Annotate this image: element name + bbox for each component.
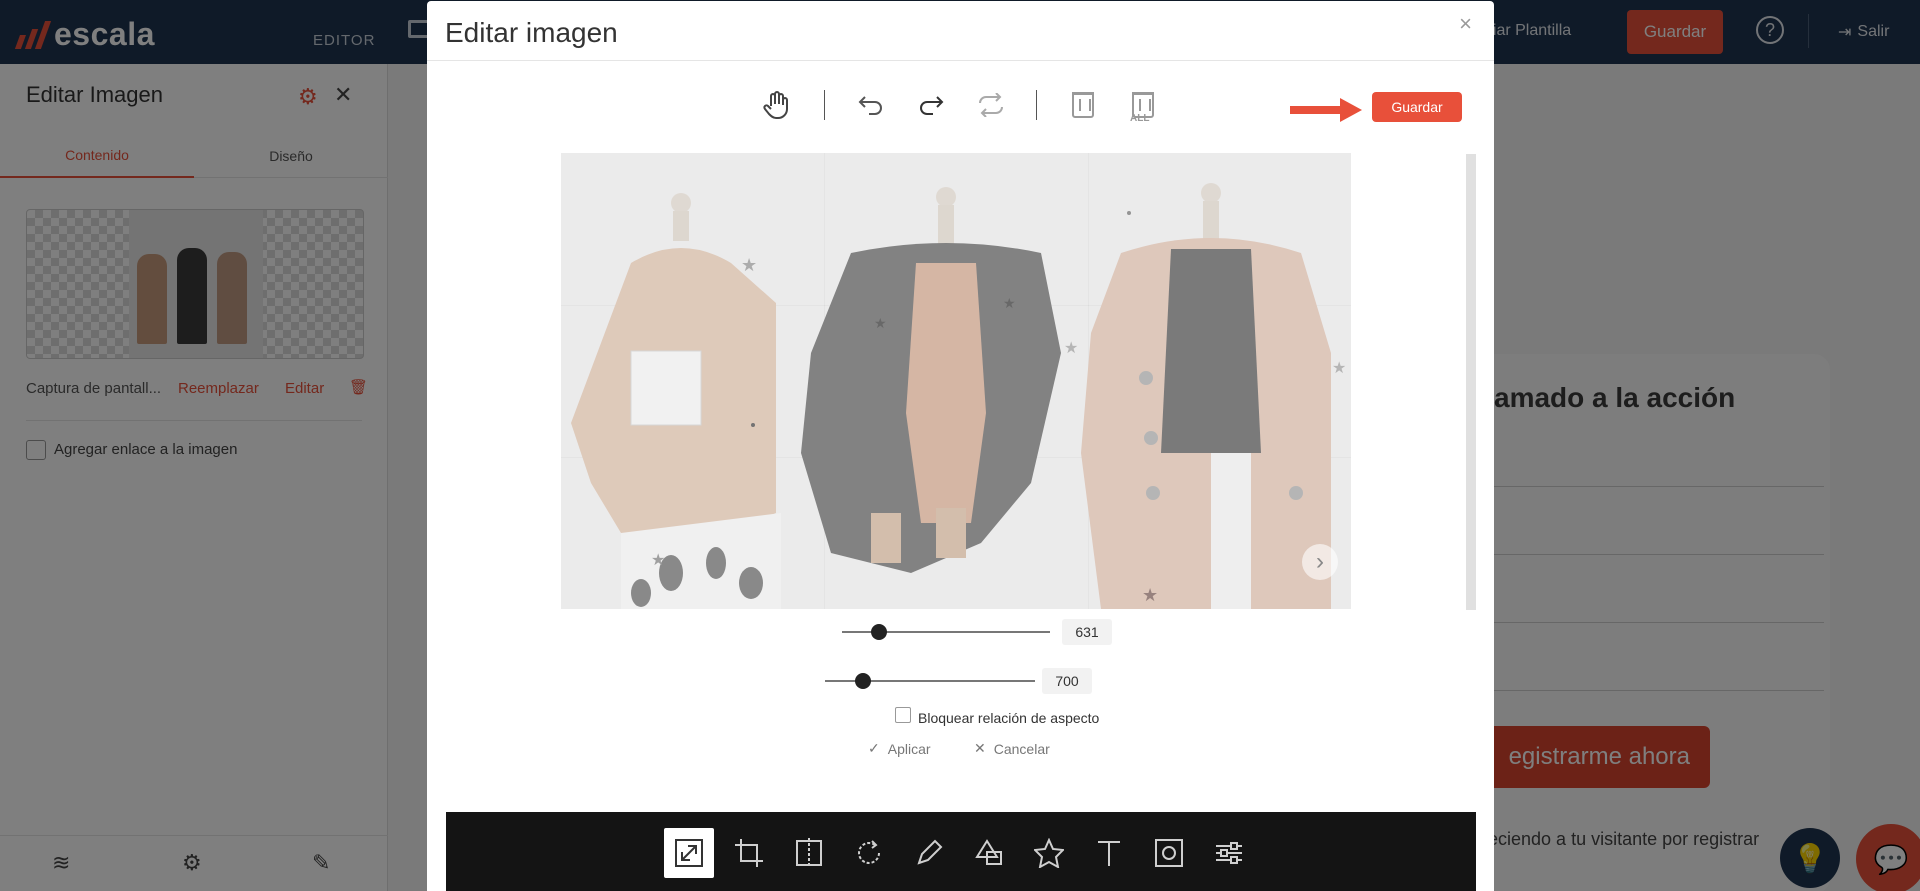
modal-save-button[interactable]: Guardar (1372, 92, 1462, 122)
lock-aspect-checkbox[interactable] (895, 707, 911, 723)
modal-title: Editar imagen (445, 17, 618, 48)
draw-icon[interactable] (904, 828, 954, 878)
width-value[interactable]: 631 (1062, 619, 1112, 645)
arrow-right-icon (1290, 98, 1362, 122)
height-value[interactable]: 700 (1042, 668, 1092, 694)
canvas-scrollbar[interactable] (1466, 154, 1476, 610)
cancel-label: Cancelar (993, 740, 1050, 757)
apply-label: Aplicar (887, 740, 931, 757)
height-slider-thumb[interactable] (854, 673, 871, 689)
shape-icon[interactable] (964, 828, 1014, 878)
resize-icon[interactable] (664, 828, 714, 878)
modal-divider (427, 60, 1494, 61)
toolbar-divider (824, 90, 825, 120)
x-icon: ✕ (974, 740, 986, 756)
star-icon[interactable] (1024, 828, 1074, 878)
apply-button[interactable]: ✓ Aplicar (868, 740, 931, 757)
cancel-button[interactable]: ✕ Cancelar (974, 740, 1050, 757)
width-slider-thumb[interactable] (871, 624, 888, 640)
delete-all-label: ALL (1130, 113, 1150, 124)
bottom-toolbar (446, 812, 1476, 891)
height-slider-row: 700 (775, 668, 1095, 694)
chevron-right-icon[interactable]: › (1302, 544, 1338, 580)
rotate-icon[interactable] (844, 828, 894, 878)
width-slider-row: 631 (790, 619, 1112, 645)
image-canvas[interactable]: ★ ★ ★ ★ ★ ★ ★ (561, 153, 1351, 609)
crop-icon[interactable] (724, 828, 774, 878)
delete-icon[interactable] (1066, 88, 1100, 122)
canvas-wash (561, 153, 1351, 609)
check-icon: ✓ (868, 740, 880, 756)
reset-icon[interactable] (974, 88, 1008, 122)
delete-all-icon[interactable]: ALL (1126, 88, 1160, 124)
lock-aspect-label: Bloquear relación de aspecto (918, 710, 1100, 726)
modal-close-icon[interactable]: × (1459, 11, 1472, 37)
hand-icon[interactable] (760, 88, 794, 122)
filter-icon[interactable] (1204, 828, 1254, 878)
undo-icon[interactable] (854, 88, 888, 122)
toolbar-divider (1036, 90, 1037, 120)
text-icon[interactable] (1084, 828, 1134, 878)
flip-icon[interactable] (784, 828, 834, 878)
mask-icon[interactable] (1144, 828, 1194, 878)
redo-icon[interactable] (914, 88, 948, 122)
